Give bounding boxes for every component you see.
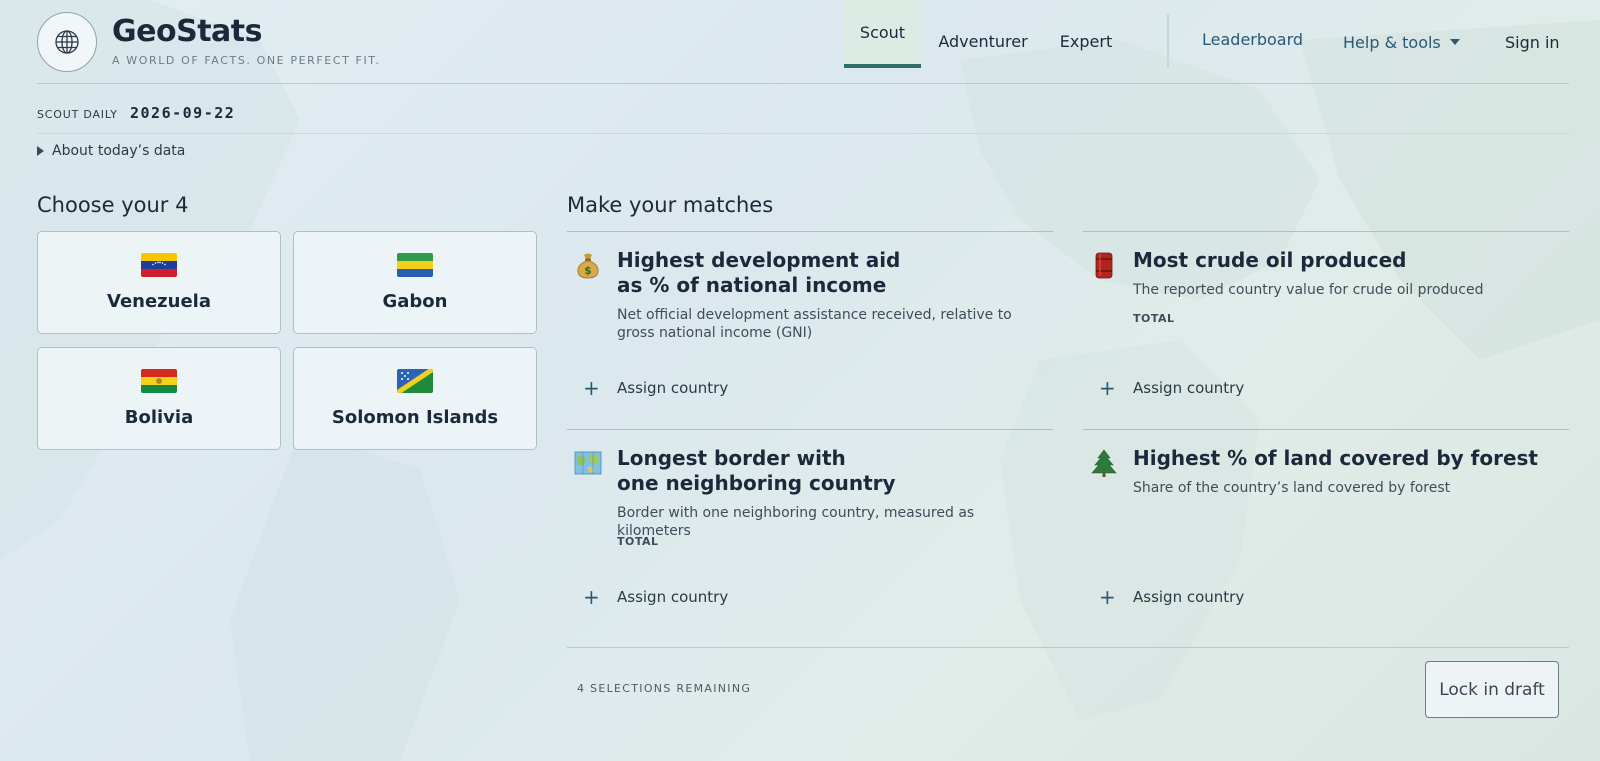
assign-country-button[interactable]: + Assign country xyxy=(1099,585,1244,609)
footer-divider xyxy=(567,647,1569,648)
top-header: GeoStats A WORLD OF FACTS. ONE PERFECT F… xyxy=(37,0,1569,84)
venezuela-flag-icon xyxy=(141,253,177,277)
match-card-longest-border: Longest border with one neighboring coun… xyxy=(567,429,1053,647)
about-data-label: About today’s data xyxy=(52,143,186,159)
daily-date: 2026-09-22 xyxy=(130,104,236,122)
gabon-flag-icon xyxy=(397,253,433,277)
brand-name[interactable]: GeoStats xyxy=(112,14,262,49)
total-tag: TOTAL xyxy=(617,535,659,548)
leaderboard-label: Leaderboard xyxy=(1202,29,1304,49)
daily-label: SCOUT DAILY xyxy=(37,108,118,121)
tab-adventurer[interactable]: Adventurer xyxy=(930,8,1036,74)
matches-heading: Make your matches xyxy=(567,193,774,217)
brand-tagline: A WORLD OF FACTS. ONE PERFECT FIT. xyxy=(112,54,381,67)
tab-scout[interactable]: Scout xyxy=(844,0,921,68)
match-card-development-aid: $ Highest development aid as % of nation… xyxy=(567,231,1053,429)
evergreen-tree-icon xyxy=(1091,449,1117,477)
tab-expert[interactable]: Expert xyxy=(1041,8,1131,74)
country-name: Bolivia xyxy=(124,407,194,428)
sign-in-link[interactable]: Sign in xyxy=(1505,3,1560,81)
choose-heading: Choose your 4 xyxy=(37,193,189,217)
chevron-down-icon xyxy=(1449,39,1460,45)
assign-country-button[interactable]: + Assign country xyxy=(583,585,728,609)
country-name: Solomon Islands xyxy=(331,407,499,428)
oil-barrel-icon xyxy=(1095,252,1113,279)
lock-in-draft-button[interactable]: Lock in draft xyxy=(1425,661,1559,718)
match-card-crude-oil: Most crude oil produced The reported cou… xyxy=(1083,231,1569,429)
plus-icon: + xyxy=(583,585,600,609)
country-name: Venezuela xyxy=(107,291,211,312)
assign-country-label: Assign country xyxy=(1133,379,1245,397)
map-icon xyxy=(574,451,602,475)
help-tools-label: Help & tools xyxy=(1343,32,1441,52)
plus-icon: + xyxy=(1099,376,1116,400)
daily-date-row: SCOUT DAILY 2026-09-22 xyxy=(37,94,1569,134)
tab-adventurer-label: Adventurer xyxy=(938,31,1028,51)
match-card-forest-cover: Highest % of land covered by forest Shar… xyxy=(1083,429,1569,647)
country-card-venezuela[interactable]: Venezuela xyxy=(37,231,281,334)
tab-scout-label: Scout xyxy=(859,22,906,42)
country-card-gabon[interactable]: Gabon xyxy=(293,231,537,334)
country-card-solomon-islands[interactable]: Solomon Islands xyxy=(293,347,537,450)
match-description: Net official development assistance rece… xyxy=(617,307,1012,341)
plus-icon: + xyxy=(583,376,600,400)
bolivia-flag-icon xyxy=(141,369,177,393)
match-description: Share of the country’s land covered by f… xyxy=(1133,480,1451,496)
match-title: Highest % of land covered by forest xyxy=(1133,446,1538,470)
sign-in-label: Sign in xyxy=(1505,32,1560,52)
country-card-bolivia[interactable]: Bolivia xyxy=(37,347,281,450)
disclosure-triangle-icon xyxy=(37,146,44,156)
money-bag-icon: $ xyxy=(577,253,599,279)
country-name: Gabon xyxy=(382,291,448,312)
nav-divider xyxy=(1167,14,1169,68)
match-title: Highest development aid as % of national… xyxy=(617,248,901,297)
leaderboard-link[interactable]: Leaderboard xyxy=(1202,0,1303,78)
tab-expert-label: Expert xyxy=(1059,31,1113,51)
match-title: Most crude oil produced xyxy=(1133,248,1407,272)
globe-logo-icon[interactable] xyxy=(37,12,97,72)
help-tools-menu[interactable]: Help & tools xyxy=(1343,3,1460,81)
match-description: Border with one neighboring country, mea… xyxy=(617,505,975,539)
assign-country-label: Assign country xyxy=(1133,588,1245,606)
match-title: Longest border with one neighboring coun… xyxy=(617,446,896,495)
about-data-toggle[interactable]: About today’s data xyxy=(37,143,185,159)
solomon-islands-flag-icon xyxy=(397,369,433,393)
assign-country-label: Assign country xyxy=(617,379,729,397)
selections-remaining: 4 SELECTIONS REMAINING xyxy=(577,682,752,695)
assign-country-label: Assign country xyxy=(617,588,729,606)
total-tag: TOTAL xyxy=(1133,312,1175,325)
match-description: The reported country value for crude oil… xyxy=(1133,282,1484,298)
plus-icon: + xyxy=(1099,585,1116,609)
assign-country-button[interactable]: + Assign country xyxy=(1099,376,1244,400)
assign-country-button[interactable]: + Assign country xyxy=(583,376,728,400)
svg-text:$: $ xyxy=(584,264,592,277)
